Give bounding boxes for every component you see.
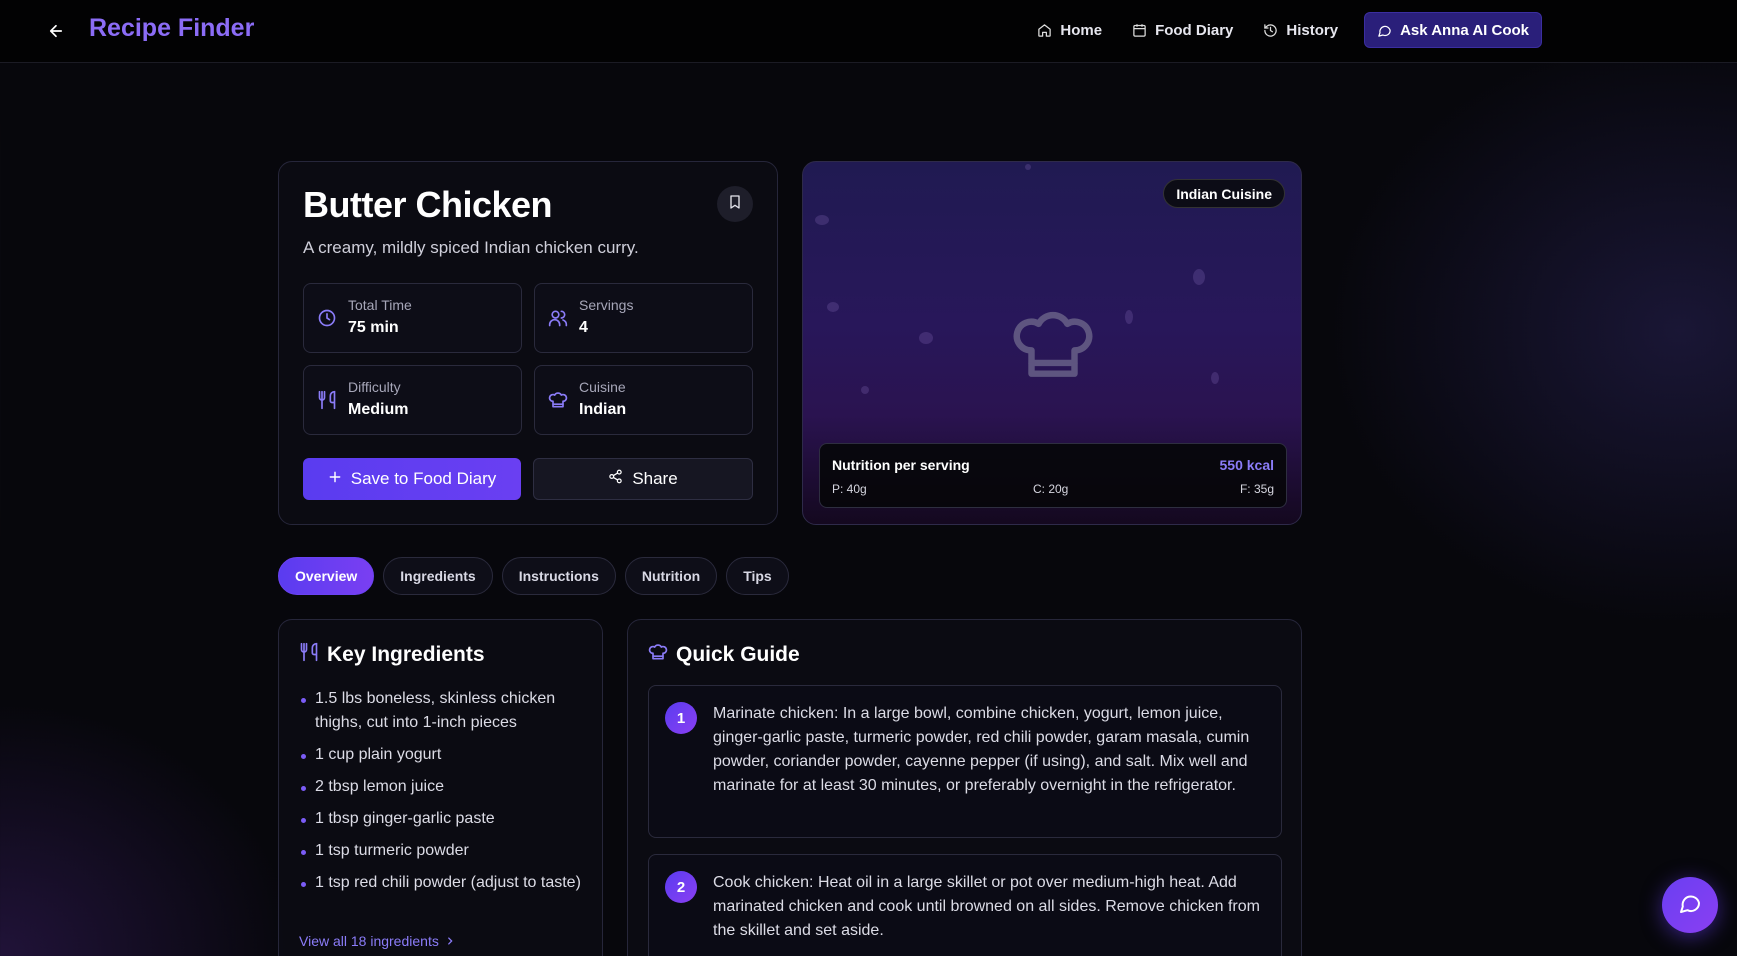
users-icon bbox=[548, 308, 568, 328]
brand-title[interactable]: Recipe Finder bbox=[89, 14, 254, 43]
list-item: 1 tbsp ginger-garlic paste bbox=[299, 807, 589, 831]
nav-home[interactable]: Home bbox=[1022, 12, 1117, 48]
nav-food-diary[interactable]: Food Diary bbox=[1117, 12, 1248, 48]
decor-dot bbox=[1211, 372, 1219, 384]
step-number: 2 bbox=[665, 871, 697, 903]
recipe-image-card: Indian Cuisine Nutrition per serving 550… bbox=[802, 161, 1302, 525]
recipe-tabs: Overview Ingredients Instructions Nutrit… bbox=[278, 557, 789, 595]
nav-ask-ai-cook[interactable]: Ask Anna AI Cook bbox=[1364, 12, 1542, 48]
recipe-info-card: Butter Chicken A creamy, mildly spiced I… bbox=[278, 161, 778, 525]
key-ingredients-card: Key Ingredients 1.5 lbs boneless, skinle… bbox=[278, 619, 603, 956]
list-item: 1 tsp turmeric powder bbox=[299, 839, 589, 863]
decor-dot bbox=[861, 386, 869, 394]
stat-difficulty: Difficulty Medium bbox=[303, 365, 522, 435]
nutrition-protein: P: 40g bbox=[832, 482, 867, 496]
stat-label: Difficulty bbox=[348, 379, 401, 395]
key-ingredients-title: Key Ingredients bbox=[327, 643, 485, 666]
quick-guide-card: Quick Guide 1 Marinate chicken: In a lar… bbox=[627, 619, 1302, 956]
share-button-label: Share bbox=[632, 469, 678, 488]
view-all-ingredients-link[interactable]: View all 18 ingredients bbox=[299, 933, 455, 949]
list-item: 1 tsp red chili powder (adjust to taste) bbox=[299, 871, 589, 895]
quick-guide-title: Quick Guide bbox=[676, 643, 800, 666]
nutrition-summary: Nutrition per serving 550 kcal P: 40g C:… bbox=[819, 443, 1287, 508]
chef-hat-icon bbox=[548, 390, 568, 410]
decor-dot bbox=[1025, 164, 1031, 170]
stat-label: Total Time bbox=[348, 297, 412, 313]
nav-history-label: History bbox=[1286, 21, 1339, 39]
utensils-icon bbox=[317, 390, 337, 410]
step-text: Marinate chicken: In a large bowl, combi… bbox=[713, 705, 1250, 794]
nutrition-kcal: 550 kcal bbox=[1219, 457, 1275, 473]
cuisine-badge: Indian Cuisine bbox=[1163, 179, 1285, 208]
list-item: 1 cup plain yogurt bbox=[299, 743, 589, 767]
stat-label: Servings bbox=[579, 297, 634, 313]
stat-cuisine: Cuisine Indian bbox=[534, 365, 753, 435]
plus-icon bbox=[328, 469, 342, 489]
chat-icon bbox=[1377, 23, 1392, 38]
decor-dot bbox=[1193, 269, 1205, 285]
share-icon bbox=[608, 469, 623, 489]
nav-food-diary-label: Food Diary bbox=[1155, 21, 1234, 39]
top-bar: Recipe Finder Home Food Diary History As… bbox=[0, 0, 1737, 63]
guide-step: 2 Cook chicken: Heat oil in a large skil… bbox=[648, 854, 1282, 956]
quick-guide-heading: Quick Guide bbox=[648, 642, 800, 668]
utensils-icon bbox=[299, 642, 319, 668]
recipe-description: A creamy, mildly spiced Indian chicken c… bbox=[303, 238, 639, 257]
back-arrow-icon[interactable] bbox=[44, 19, 68, 43]
stat-servings: Servings 4 bbox=[534, 283, 753, 353]
save-to-food-diary-button[interactable]: Save to Food Diary bbox=[303, 458, 521, 500]
tab-tips[interactable]: Tips bbox=[726, 557, 789, 595]
recipe-title: Butter Chicken bbox=[303, 184, 553, 225]
home-icon bbox=[1037, 23, 1052, 38]
key-ingredients-heading: Key Ingredients bbox=[299, 642, 485, 668]
stat-value: 75 min bbox=[348, 319, 399, 336]
tab-instructions[interactable]: Instructions bbox=[501, 557, 616, 595]
chef-hat-icon bbox=[648, 642, 668, 668]
step-text: Cook chicken: Heat oil in a large skille… bbox=[713, 874, 1260, 939]
guide-step: 1 Marinate chicken: In a large bowl, com… bbox=[648, 685, 1282, 838]
tab-ingredients[interactable]: Ingredients bbox=[383, 557, 493, 595]
nutrition-carbs: C: 20g bbox=[1033, 482, 1069, 496]
clock-icon bbox=[317, 308, 337, 328]
nav-home-label: Home bbox=[1060, 21, 1103, 39]
decor-dot bbox=[815, 215, 829, 225]
step-number: 1 bbox=[665, 702, 697, 734]
view-all-label: View all 18 ingredients bbox=[299, 933, 439, 949]
chat-fab-button[interactable] bbox=[1662, 877, 1718, 933]
nutrition-title: Nutrition per serving bbox=[832, 457, 970, 473]
main-nav: Home Food Diary History Ask Anna AI Cook bbox=[1022, 12, 1542, 48]
decor-dot bbox=[919, 332, 933, 344]
nutrition-fat: F: 35g bbox=[1239, 482, 1274, 496]
stat-value: Indian bbox=[579, 401, 627, 418]
stat-value: 4 bbox=[579, 319, 588, 336]
list-item: 1.5 lbs boneless, skinless chicken thigh… bbox=[299, 687, 589, 735]
bookmark-icon bbox=[727, 194, 743, 215]
stat-label: Cuisine bbox=[579, 379, 626, 395]
stat-total-time: Total Time 75 min bbox=[303, 283, 522, 353]
bookmark-button[interactable] bbox=[717, 186, 753, 222]
tab-overview[interactable]: Overview bbox=[278, 557, 375, 595]
nav-ask-ai-cook-label: Ask Anna AI Cook bbox=[1400, 21, 1529, 39]
chat-icon bbox=[1678, 891, 1702, 920]
ingredient-list: 1.5 lbs boneless, skinless chicken thigh… bbox=[299, 687, 589, 903]
tab-nutrition[interactable]: Nutrition bbox=[624, 557, 718, 595]
list-item: 2 tbsp lemon juice bbox=[299, 775, 589, 799]
decor-dot bbox=[827, 302, 839, 312]
stat-value: Medium bbox=[348, 401, 409, 418]
decor-dot bbox=[1125, 310, 1133, 324]
history-icon bbox=[1263, 23, 1278, 38]
share-button[interactable]: Share bbox=[533, 458, 753, 500]
nav-history[interactable]: History bbox=[1248, 12, 1353, 48]
chevron-right-icon bbox=[445, 933, 455, 949]
chef-hat-icon bbox=[1010, 302, 1096, 388]
calendar-icon bbox=[1132, 23, 1147, 38]
save-button-label: Save to Food Diary bbox=[350, 469, 497, 488]
